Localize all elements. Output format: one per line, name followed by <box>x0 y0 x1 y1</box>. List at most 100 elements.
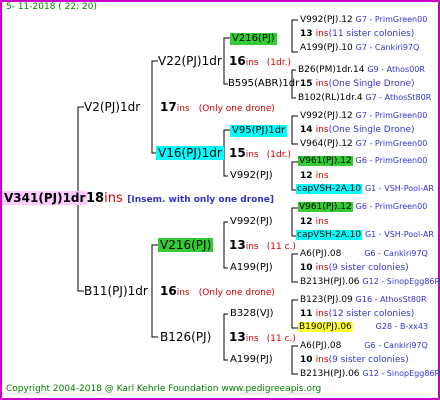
gen4-insemination: 11 ins(12 sister colonies) <box>300 310 414 319</box>
ins-count: 11 <box>300 309 313 319</box>
gen3-queen-6[interactable]: A199(PJ) <box>230 263 273 273</box>
gen4-queen-name: B26(PM)1dr.14 <box>298 65 365 75</box>
gen4-insemination: 12 ins <box>300 218 329 227</box>
ins-count: 12 <box>300 217 313 227</box>
ins-word: ins <box>176 104 190 114</box>
gen2-queen-4[interactable]: B126(PJ) <box>160 331 211 343</box>
root-queen[interactable]: V341(PJ)1dr <box>2 191 88 205</box>
gen3-queen-8[interactable]: A199(PJ) <box>230 355 273 365</box>
ins-note: (One Single Drone) <box>328 79 415 89</box>
gen2-queen-1[interactable]: V22(PJ)1dr <box>158 55 222 67</box>
gen4-drone-name: B213H(PJ).06 <box>300 369 360 379</box>
gen3-queen-7[interactable]: B328(VJ) <box>230 309 274 319</box>
ins-note: (One Single Drone) <box>328 125 415 135</box>
ins-count: 13 <box>229 330 246 344</box>
gen4-drone-source[interactable]: B213H(PJ).06 G12 - SinopEgg86R <box>300 278 440 287</box>
gen4-insemination: 10 ins(9 sister colonies) <box>300 264 409 273</box>
gen4-drone-source[interactable]: A199(PJ).10 G7 - Cankiri97Q <box>300 44 419 53</box>
gen4-drone-name: B190(PJ).06 <box>298 322 353 332</box>
gen4-queen[interactable]: V961(PJ).12 G6 - PrimGreen00 <box>298 156 427 166</box>
ins-word: ins <box>245 58 259 68</box>
ins-word: ins <box>245 242 259 252</box>
gen4-queen[interactable]: V992(PJ).12 G7 - PrimGreen00 <box>300 16 427 25</box>
ins-note: (12 sister colonies) <box>328 309 415 319</box>
ins-count: 15 <box>300 79 313 89</box>
ins-count: 16 <box>229 54 246 68</box>
gen3-queen-2[interactable]: B595(ABR)1dr <box>228 79 299 89</box>
gen2-insemination-4: 13ins (11 c.) <box>229 331 296 344</box>
gen4-queen[interactable]: B123(PJ).09 G16 - AthosSt80R <box>300 296 427 305</box>
gen4-queen-ref: G16 - AthosSt80R <box>355 295 427 304</box>
gen4-queen-name: V992(PJ).12 <box>300 111 353 121</box>
gen4-drone-source[interactable]: capVSH-2A.10 G1 - VSH-Pool-AR <box>296 184 434 194</box>
ins-count: 14 <box>300 125 313 135</box>
gen3-queen-3[interactable]: V95(PJ)1dr <box>230 125 288 137</box>
gen4-drone-name: capVSH-2A.10 <box>296 184 363 194</box>
ins-count: 16 <box>160 284 177 298</box>
ins-note: (9 sister colonies) <box>328 355 409 365</box>
connector-g3-1 <box>291 19 298 53</box>
gen4-insemination: 15 ins(One Single Drone) <box>300 80 415 89</box>
connector-b126-b328 <box>223 313 228 337</box>
connector-v16-v992 <box>223 153 228 177</box>
gen4-drone-name: B102(RL)1dr.4 <box>298 93 363 103</box>
ins-note: (1dr.) <box>266 58 291 68</box>
gen4-queen[interactable]: V992(PJ).12 G7 - PrimGreen00 <box>300 112 427 121</box>
ins-word: ins <box>176 288 190 298</box>
ins-word: ins <box>315 309 329 319</box>
gen4-queen[interactable]: B26(PM)1dr.14 G9 - Athos00R <box>298 66 425 75</box>
gen4-drone-ref: G12 - SinopEgg86R <box>362 369 440 378</box>
gen4-queen-name: A6(PJ).08 <box>300 249 342 259</box>
gen4-queen[interactable]: A6(PJ).08 G6 - Cankiri97Q <box>300 250 428 259</box>
gen3-queen-5[interactable]: V992(PJ) <box>230 217 273 227</box>
ins-word: ins <box>315 217 329 227</box>
gen4-drone-ref: G1 - VSH-Pool-AR <box>364 230 434 239</box>
gen4-drone-name: V964(PJ).12 <box>300 139 353 149</box>
gen4-drone-source[interactable]: capVSH-2A.10 G1 - VSH-Pool-AR <box>296 230 434 240</box>
gen4-queen-name: V961(PJ).12 <box>298 202 353 212</box>
gen4-queen-ref: G6 - PrimGreen00 <box>355 202 428 211</box>
ins-word: ins <box>245 334 259 344</box>
gen4-insemination: 10 ins(9 sister colonies) <box>300 356 409 365</box>
gen4-queen-ref: G7 - PrimGreen00 <box>355 111 428 120</box>
ins-word: ins <box>245 150 259 160</box>
gen4-drone-ref: G7 - Cankiri97Q <box>355 43 420 52</box>
connector-b126-a199 <box>223 337 228 361</box>
connector-g3-3 <box>291 115 298 145</box>
ins-count: 13 <box>300 29 313 39</box>
gen1-queen-2[interactable]: B11(PJ)1dr <box>84 285 148 297</box>
gen4-drone-source[interactable]: B213H(PJ).06 G12 - SinopEgg86R <box>300 370 440 379</box>
root-ins-note: [Insem. with only one drone] <box>127 195 274 205</box>
gen3-queen-4[interactable]: V992(PJ) <box>230 171 273 181</box>
ins-count: 12 <box>300 171 313 181</box>
gen4-queen[interactable]: A6(PJ).08 G6 - Cankiri97Q <box>300 342 428 351</box>
ins-word: ins <box>315 171 329 181</box>
connector-root-b11 <box>77 198 84 292</box>
gen2-insemination-2: 15ins (1dr.) <box>229 147 291 160</box>
gen3-queen-1[interactable]: V216(PJ) <box>230 33 277 45</box>
ins-word: ins <box>315 355 329 365</box>
gen2-queen-3[interactable]: V216(PJ) <box>158 238 214 252</box>
gen2-queen-2[interactable]: V16(PJ)1dr <box>156 146 224 160</box>
ins-note: (9 sister colonies) <box>328 263 409 273</box>
gen2-insemination-3: 13ins (11 c.) <box>229 239 296 252</box>
root-insemination: 18ins [Insem. with only one drone] <box>86 192 274 205</box>
ins-word: ins <box>315 125 329 135</box>
ins-count: 17 <box>160 100 177 114</box>
gen4-drone-source[interactable]: B102(RL)1dr.4 G7 - AthosSt80R <box>298 94 431 103</box>
gen4-insemination: 13 ins(11 sister colonies) <box>300 30 414 39</box>
gen1-queen-1[interactable]: V2(PJ)1dr <box>84 101 140 113</box>
gen4-queen[interactable]: V961(PJ).12 G6 - PrimGreen00 <box>298 202 428 212</box>
ins-note: (11 sister colonies) <box>328 29 415 39</box>
gen1-insemination-1: 17ins (Only one drone) <box>160 101 275 114</box>
gen4-queen-name: V992(PJ).12 <box>300 15 353 25</box>
connector-root-v2 <box>77 106 84 198</box>
gen4-drone-source[interactable]: V964(PJ).12 G7 - PrimGreen00 <box>300 140 427 149</box>
gen4-drone-source[interactable]: B190(PJ).06 G28 - B-xx43 <box>298 322 428 332</box>
ins-count: 10 <box>300 263 313 273</box>
gen4-queen-ref: G6 - Cankiri97Q <box>364 249 428 258</box>
root-ins-count: 18 <box>86 191 105 206</box>
connector-v216-v992 <box>223 221 228 245</box>
gen4-insemination: 14 ins(One Single Drone) <box>300 126 415 135</box>
gen4-queen-name: B123(PJ).09 <box>300 295 353 305</box>
